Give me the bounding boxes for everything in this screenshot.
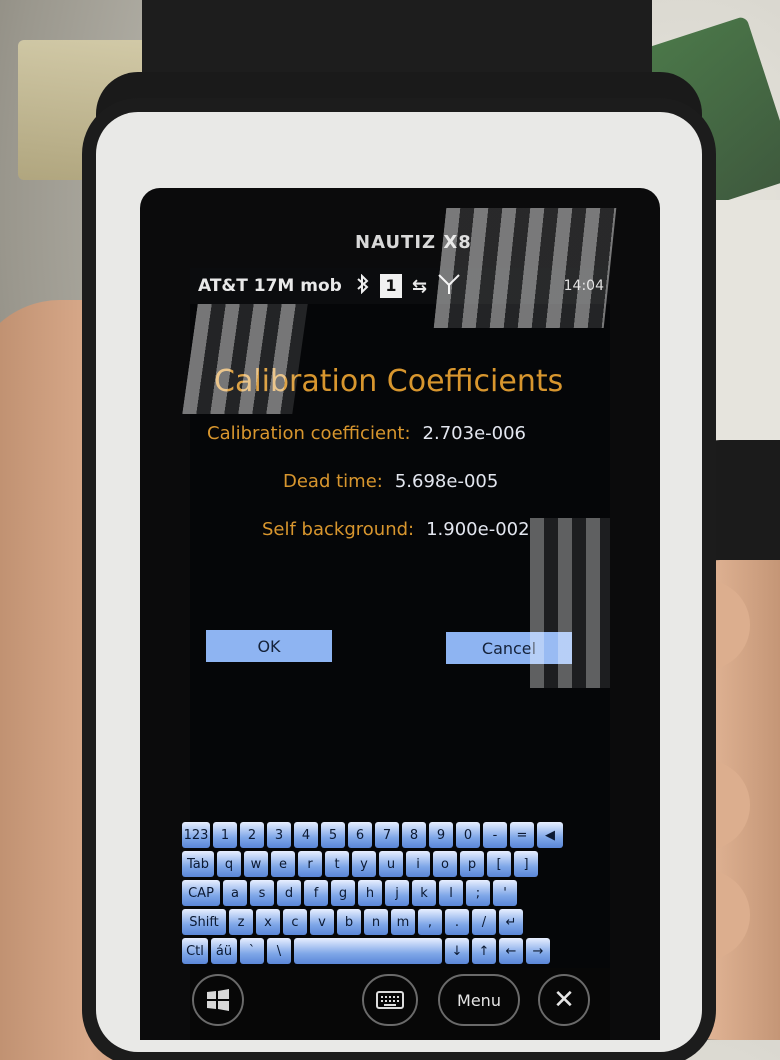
- keyboard-key[interactable]: →: [526, 938, 550, 964]
- field-label: Calibration coefficient:: [207, 422, 411, 444]
- keyboard-key[interactable]: ◀: [537, 822, 563, 848]
- keyboard-key[interactable]: z: [229, 909, 253, 935]
- keyboard-key[interactable]: ;: [466, 880, 490, 906]
- keyboard-key[interactable]: .: [445, 909, 469, 935]
- keyboard-key[interactable]: l: [439, 880, 463, 906]
- keyboard-key[interactable]: /: [472, 909, 496, 935]
- keyboard-row: Tab q w e r t y u i o p[]: [182, 851, 541, 877]
- bluetooth-icon[interactable]: [356, 273, 370, 299]
- ok-button[interactable]: OK: [206, 630, 332, 662]
- field-calibration-coefficient: Calibration coefficient: 2.703e-006: [207, 418, 526, 448]
- keyboard-key[interactable]: x: [256, 909, 280, 935]
- keyboard-key[interactable]: q: [217, 851, 241, 877]
- keyboard-key[interactable]: 1: [213, 822, 237, 848]
- carrier-label: AT&T 17M mob: [198, 276, 342, 296]
- keyboard-key[interactable]: y: [352, 851, 376, 877]
- keyboard-key[interactable]: u: [379, 851, 403, 877]
- notification-badge[interactable]: 1: [380, 274, 402, 298]
- keyboard-key[interactable]: d: [277, 880, 301, 906]
- status-time: 14:04: [563, 278, 604, 294]
- keyboard-key[interactable]: =: [510, 822, 534, 848]
- field-label: Dead time:: [283, 470, 383, 492]
- field-dead-time: Dead time: 5.698e-005: [283, 466, 498, 496]
- keyboard-key[interactable]: \: [267, 938, 291, 964]
- keyboard-key[interactable]: s: [250, 880, 274, 906]
- keyboard-key[interactable]: 4: [294, 822, 318, 848]
- keyboard-key[interactable]: ↵: [499, 909, 523, 935]
- device-brand: NAUTIZ X8: [355, 232, 472, 253]
- keyboard-key[interactable]: h: [358, 880, 382, 906]
- keyboard-key[interactable]: ←: [499, 938, 523, 964]
- keyboard-key[interactable]: w: [244, 851, 268, 877]
- keyboard-key[interactable]: c: [283, 909, 307, 935]
- keyboard-key[interactable]: r: [298, 851, 322, 877]
- keyboard-key[interactable]: o: [433, 851, 457, 877]
- keyboard-icon[interactable]: [362, 974, 418, 1026]
- keyboard-key[interactable]: 123: [182, 822, 210, 848]
- keyboard-key[interactable]: CAP: [182, 880, 220, 906]
- keyboard-key[interactable]: a: [223, 880, 247, 906]
- keyboard-key[interactable]: áü: [211, 938, 237, 964]
- keyboard-key[interactable]: [294, 938, 442, 964]
- keyboard-key[interactable]: e: [271, 851, 295, 877]
- screen: AT&T 17M mob 1 ⇆ 14:04 Calibration Coeff…: [182, 208, 617, 1040]
- keyboard-key[interactable]: Ctl: [182, 938, 208, 964]
- data-transfer-icon: ⇆: [412, 275, 428, 297]
- keyboard-key[interactable]: 2: [240, 822, 264, 848]
- keyboard-row: Ctl áü ` \ ↓ ↑ ← →: [182, 938, 553, 964]
- keyboard-key[interactable]: 3: [267, 822, 291, 848]
- keyboard-key[interactable]: n: [364, 909, 388, 935]
- keyboard-key[interactable]: k: [412, 880, 436, 906]
- keyboard-key[interactable]: j: [385, 880, 409, 906]
- keyboard-key[interactable]: f: [304, 880, 328, 906]
- keyboard-row: CAP a s d f g h j k l; ': [182, 880, 520, 906]
- windows-start-icon[interactable]: [192, 974, 244, 1026]
- keyboard-row: Shift z x c v b n m,. / ↵: [182, 909, 526, 935]
- keyboard-key[interactable]: Shift: [182, 909, 226, 935]
- keyboard-key[interactable]: g: [331, 880, 355, 906]
- keyboard-key[interactable]: ': [493, 880, 517, 906]
- status-bar: AT&T 17M mob 1 ⇆ 14:04: [190, 268, 610, 304]
- keyboard-key[interactable]: m: [391, 909, 415, 935]
- keyboard-key[interactable]: 9: [429, 822, 453, 848]
- on-screen-keyboard: 123 1 2 3 4 5 6 7 8 9 0- = ◀ Tab q w e r t y u i o p[] CAP a s d f…: [182, 820, 610, 968]
- keyboard-key[interactable]: 8: [402, 822, 426, 848]
- keyboard-key[interactable]: i: [406, 851, 430, 877]
- cancel-button[interactable]: Cancel: [446, 632, 572, 664]
- keyboard-key[interactable]: ↑: [472, 938, 496, 964]
- keyboard-key[interactable]: ,: [418, 909, 442, 935]
- keyboard-key[interactable]: -: [483, 822, 507, 848]
- menu-button[interactable]: Menu: [438, 974, 520, 1026]
- dialog-title: Calibration Coefficients: [214, 364, 564, 399]
- soft-key-bar: Menu ✕: [190, 968, 610, 1040]
- field-label: Self background:: [262, 518, 415, 540]
- keyboard-key[interactable]: ↓: [445, 938, 469, 964]
- field-self-background: Self background: 1.900e-002: [262, 514, 530, 544]
- keyboard-key[interactable]: b: [337, 909, 361, 935]
- keyboard-row: 123 1 2 3 4 5 6 7 8 9 0- = ◀: [182, 822, 566, 848]
- keyboard-key[interactable]: `: [240, 938, 264, 964]
- keyboard-key[interactable]: 0: [456, 822, 480, 848]
- background-table: [690, 200, 780, 440]
- close-button[interactable]: ✕: [538, 974, 590, 1026]
- self-background-value[interactable]: 1.900e-002: [426, 519, 529, 540]
- keyboard-key[interactable]: p: [460, 851, 484, 877]
- signal-icon: [437, 273, 461, 300]
- keyboard-key[interactable]: 5: [321, 822, 345, 848]
- keyboard-key[interactable]: t: [325, 851, 349, 877]
- keyboard-key[interactable]: 7: [375, 822, 399, 848]
- keyboard-key[interactable]: v: [310, 909, 334, 935]
- dead-time-value[interactable]: 5.698e-005: [395, 471, 498, 492]
- keyboard-key[interactable]: 6: [348, 822, 372, 848]
- keyboard-key[interactable]: [: [487, 851, 511, 877]
- calibration-coefficient-value[interactable]: 2.703e-006: [423, 423, 526, 444]
- keyboard-key[interactable]: Tab: [182, 851, 214, 877]
- keyboard-key[interactable]: ]: [514, 851, 538, 877]
